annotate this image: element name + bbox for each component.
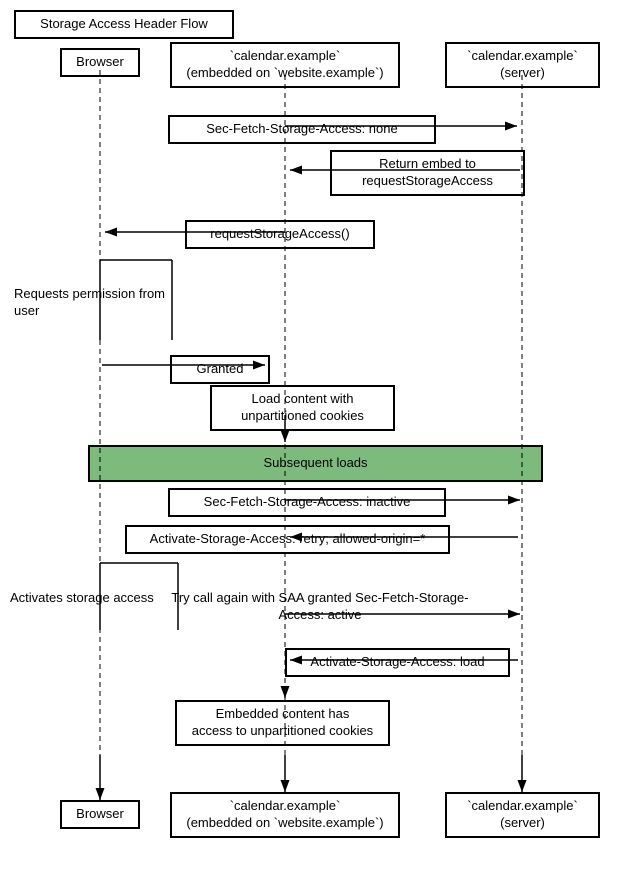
browser-top-box: Browser — [60, 48, 140, 77]
embedded-content-label: Embedded content hasaccess to unpartitio… — [192, 706, 373, 738]
sec-fetch-none-box: Sec-Fetch-Storage-Access: none — [168, 115, 436, 144]
embed-top-label: `calendar.example`(embedded on `website.… — [186, 48, 383, 80]
granted-box: Granted — [170, 355, 270, 384]
request-storage-label: requestStorageAccess() — [210, 226, 349, 241]
embed-bottom-box: `calendar.example`(embedded on `website.… — [170, 792, 400, 838]
granted-label: Granted — [197, 361, 244, 376]
subsequent-loads-box: Subsequent loads — [88, 445, 543, 482]
activate-retry-box: Activate-Storage-Access: retry; allowed-… — [125, 525, 450, 554]
return-embed-box: Return embed torequestStorageAccess — [330, 150, 525, 196]
server-top-box: `calendar.example`(server) — [445, 42, 600, 88]
server-bottom-label: `calendar.example`(server) — [467, 798, 578, 830]
browser-top-label: Browser — [76, 54, 124, 69]
sec-fetch-none-label: Sec-Fetch-Storage-Access: none — [206, 121, 397, 136]
try-call-again-label: Try call again with SAA granted Sec-Fetc… — [165, 590, 475, 624]
return-embed-label: Return embed torequestStorageAccess — [362, 156, 493, 188]
load-content-box: Load content withunpartitioned cookies — [210, 385, 395, 431]
server-top-label: `calendar.example`(server) — [467, 48, 578, 80]
diagram-container: Storage Access Header Flow Browser `cale… — [0, 0, 636, 888]
sec-fetch-inactive-box: Sec-Fetch-Storage-Access: inactive — [168, 488, 446, 517]
browser-bottom-box: Browser — [60, 800, 140, 829]
activate-load-label: Activate-Storage-Access: load — [310, 654, 484, 669]
embed-bottom-label: `calendar.example`(embedded on `website.… — [186, 798, 383, 830]
browser-bottom-label: Browser — [76, 806, 124, 821]
sec-fetch-inactive-label: Sec-Fetch-Storage-Access: inactive — [204, 494, 411, 509]
embed-top-box: `calendar.example`(embedded on `website.… — [170, 42, 400, 88]
title-box: Storage Access Header Flow — [14, 10, 234, 39]
embedded-content-box: Embedded content hasaccess to unpartitio… — [175, 700, 390, 746]
subsequent-loads-label: Subsequent loads — [263, 455, 367, 470]
activate-load-box: Activate-Storage-Access: load — [285, 648, 510, 677]
load-content-label: Load content withunpartitioned cookies — [241, 391, 364, 423]
requests-permission-label: Requests permission from user — [14, 286, 174, 320]
activate-retry-label: Activate-Storage-Access: retry; allowed-… — [150, 531, 426, 546]
server-bottom-box: `calendar.example`(server) — [445, 792, 600, 838]
title-text: Storage Access Header Flow — [40, 16, 208, 31]
activates-storage-label: Activates storage access — [10, 590, 170, 607]
request-storage-box: requestStorageAccess() — [185, 220, 375, 249]
